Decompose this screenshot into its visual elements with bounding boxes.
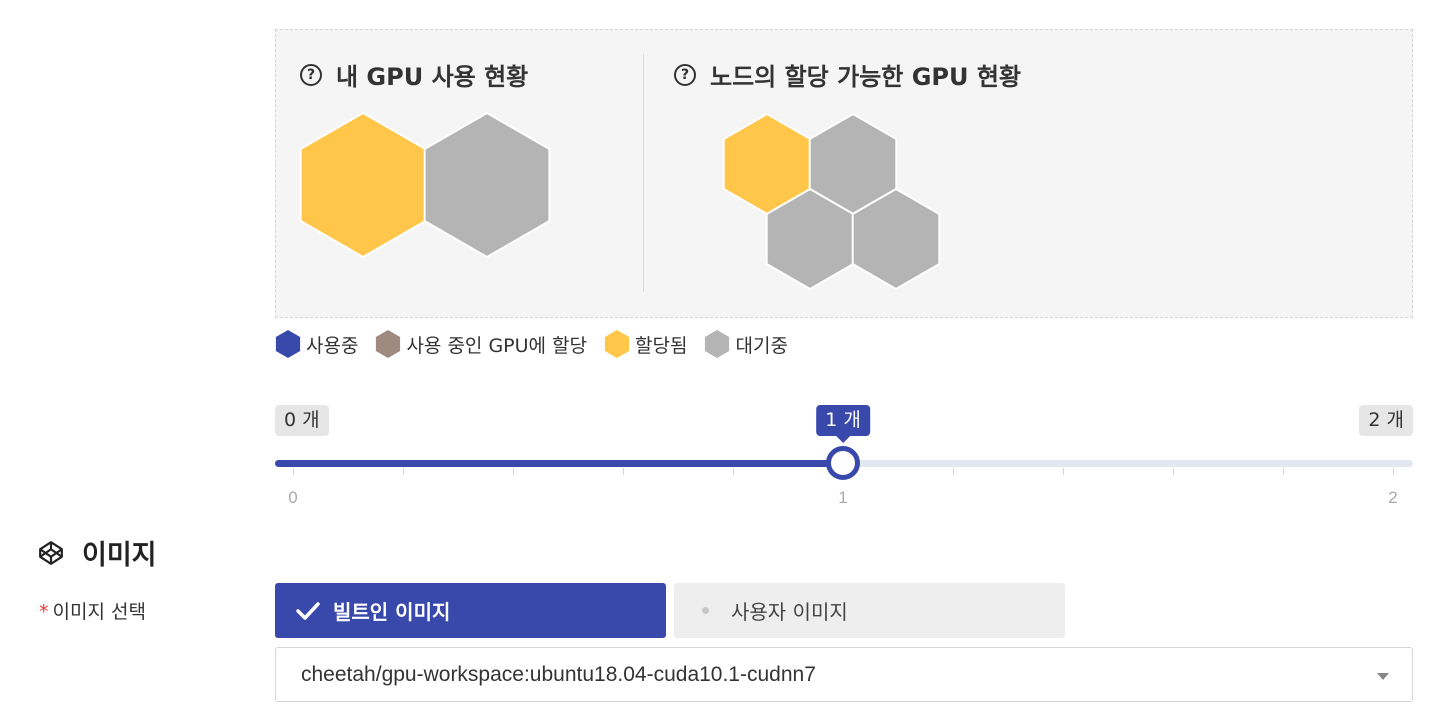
selected-image-value: cheetah/gpu-workspace:ubuntu18.04-cuda10… xyxy=(301,662,816,686)
legend-item: 사용 중인 GPU에 할당 xyxy=(374,328,587,360)
slider-value-tooltip: 1 개 xyxy=(816,405,870,443)
hexagon-icon xyxy=(376,330,401,358)
legend-label: 사용중 xyxy=(306,334,359,357)
slider-mark-label: 1 xyxy=(838,488,848,507)
legend-label: 사용 중인 GPU에 할당 xyxy=(406,334,588,357)
slider-tick xyxy=(1173,468,1174,475)
slider-max-label: 2 개 xyxy=(1359,405,1413,436)
node-gpu-hexagons xyxy=(722,112,941,291)
slider-tick xyxy=(1393,468,1394,475)
custom-image-button[interactable]: 사용자 이미지 xyxy=(674,583,1065,638)
image-select-dropdown[interactable]: cheetah/gpu-workspace:ubuntu18.04-cuda10… xyxy=(275,647,1413,702)
slider-tick xyxy=(953,468,954,475)
image-select-label: * 이미지 선택 xyxy=(39,601,146,623)
legend-label: 할당됨 xyxy=(635,334,688,357)
required-mark: * xyxy=(39,601,49,623)
slider-track-fill xyxy=(275,460,843,467)
image-section-header: 이미지 xyxy=(38,533,157,572)
slider-tick xyxy=(1063,468,1064,475)
builtin-image-button[interactable]: 빌트인 이미지 xyxy=(275,583,666,638)
hexagon-icon xyxy=(705,330,730,358)
slider-handle[interactable] xyxy=(826,446,860,480)
hexagon-icon xyxy=(275,330,301,358)
hexagon-icon xyxy=(604,330,630,358)
slider-tick xyxy=(1283,468,1284,475)
legend-item: 할당됨 xyxy=(603,328,687,360)
gpu-legend: 사용중 사용 중인 GPU에 할당 할당됨 대기중 xyxy=(274,328,804,360)
slider-tick xyxy=(623,468,624,475)
check-icon xyxy=(296,601,320,620)
slider-tick xyxy=(733,468,734,475)
slider-mark-label: 0 xyxy=(288,488,298,507)
slider-tick xyxy=(403,468,404,475)
gpu-status-panel: ? 내 GPU 사용 현황 ? 노드의 할당 가능한 GPU 현황 xyxy=(275,29,1413,318)
slider-mark-label: 2 xyxy=(1388,488,1398,507)
legend-label: 대기중 xyxy=(735,334,788,357)
gpu-count-slider[interactable]: 0 개 2 개 1 개 0 1 2 xyxy=(275,400,1413,520)
codepen-cube-icon xyxy=(39,540,63,565)
legend-item: 사용중 xyxy=(274,328,358,360)
radio-dot-icon xyxy=(702,607,709,614)
slider-tick xyxy=(293,468,294,475)
slider-tick xyxy=(513,468,514,475)
legend-item: 대기중 xyxy=(703,328,788,360)
caret-down-icon xyxy=(1377,673,1389,680)
slider-min-label: 0 개 xyxy=(275,405,329,436)
